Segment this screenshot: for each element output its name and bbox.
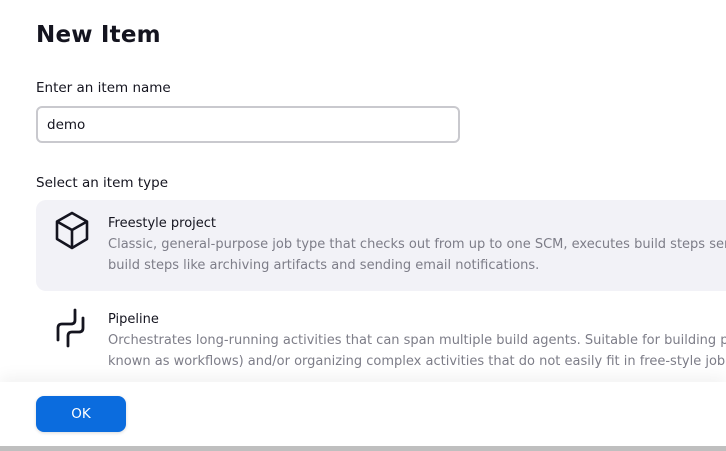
item-type-description: Classic, general-purpose job type that c… xyxy=(108,237,726,252)
window-bottom-edge xyxy=(0,446,726,451)
pipeline-icon xyxy=(56,308,85,348)
freestyle-box-icon xyxy=(55,211,89,250)
item-type-label: Select an item type xyxy=(36,175,169,191)
item-type-description: Orchestrates long-running activities tha… xyxy=(108,333,726,348)
item-name-input[interactable] xyxy=(36,106,460,143)
ok-button[interactable]: OK xyxy=(36,396,126,432)
item-type-name: Pipeline xyxy=(108,312,159,327)
item-type-pipeline[interactable]: Pipeline Orchestrates long-running activ… xyxy=(36,296,726,382)
item-type-description: known as workflows) and/or organizing co… xyxy=(108,354,726,369)
item-type-list: Freestyle project Classic, general-purpo… xyxy=(36,200,726,382)
item-type-description: build steps like archiving artifacts and… xyxy=(108,258,540,273)
item-name-label: Enter an item name xyxy=(36,80,171,96)
item-type-name: Freestyle project xyxy=(108,216,217,231)
footer-bar: OK xyxy=(0,382,726,446)
item-type-freestyle[interactable]: Freestyle project Classic, general-purpo… xyxy=(36,200,726,291)
page-title: New Item xyxy=(36,22,161,48)
